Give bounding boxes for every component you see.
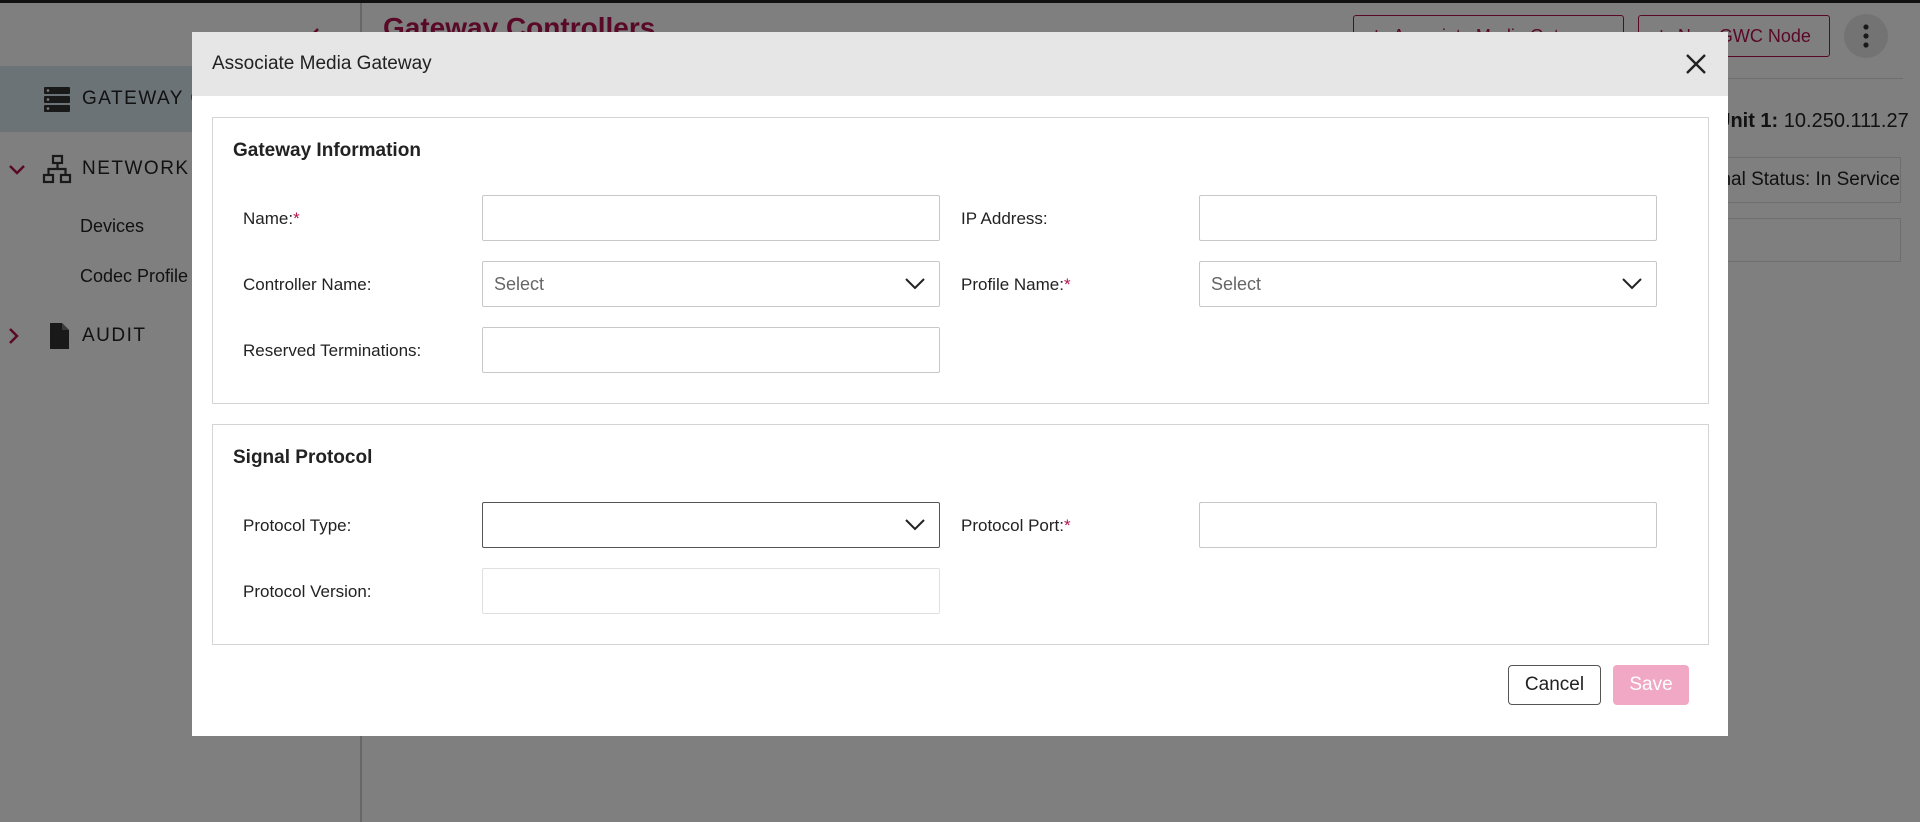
chevron-down-icon (905, 278, 925, 290)
gateway-information-section: Gateway Information Name:* IP Address: C… (212, 117, 1709, 404)
protocol-port-label: Protocol Port:* (961, 516, 1071, 536)
label-text: Protocol Port: (961, 516, 1064, 535)
required-marker: * (1063, 275, 1071, 294)
controller-name-label: Controller Name: (243, 275, 372, 294)
chevron-down-icon (905, 519, 925, 531)
protocol-version-label: Protocol Version: (243, 582, 372, 601)
ip-address-field[interactable] (1199, 195, 1657, 241)
select-value: Select (494, 274, 545, 294)
label-text: Profile Name: (961, 275, 1064, 294)
name-label: Name:* (243, 209, 300, 229)
protocol-port-field[interactable] (1199, 502, 1657, 548)
reserved-terminations-label: Reserved Terminations: (243, 341, 422, 360)
chevron-down-icon (1622, 278, 1642, 290)
cancel-button[interactable]: Cancel (1508, 665, 1601, 705)
close-icon[interactable] (1682, 50, 1710, 78)
signal-protocol-section: Signal Protocol Protocol Type: Protocol … (212, 424, 1709, 645)
section-title: Gateway Information (233, 140, 421, 161)
label-text: Name: (243, 209, 294, 228)
section-title: Signal Protocol (233, 447, 373, 468)
name-field[interactable] (482, 195, 940, 241)
associate-media-gateway-dialog: Associate Media Gateway Gateway Informat… (192, 32, 1728, 736)
reserved-terminations-field[interactable] (482, 327, 940, 373)
protocol-type-label: Protocol Type: (243, 516, 352, 535)
profile-name-select[interactable]: Select (1199, 261, 1657, 307)
profile-name-label: Profile Name:* (961, 275, 1071, 295)
save-button[interactable]: Save (1613, 665, 1689, 705)
select-value: Select (1211, 274, 1262, 294)
modal-header: Associate Media Gateway (192, 32, 1728, 96)
ip-address-label: IP Address: (961, 209, 1048, 228)
protocol-type-select[interactable] (482, 502, 940, 548)
modal-title: Associate Media Gateway (212, 53, 432, 74)
controller-name-select[interactable]: Select (482, 261, 940, 307)
required-marker: * (293, 209, 300, 228)
protocol-version-field[interactable] (482, 568, 940, 614)
required-marker: * (1064, 516, 1071, 535)
